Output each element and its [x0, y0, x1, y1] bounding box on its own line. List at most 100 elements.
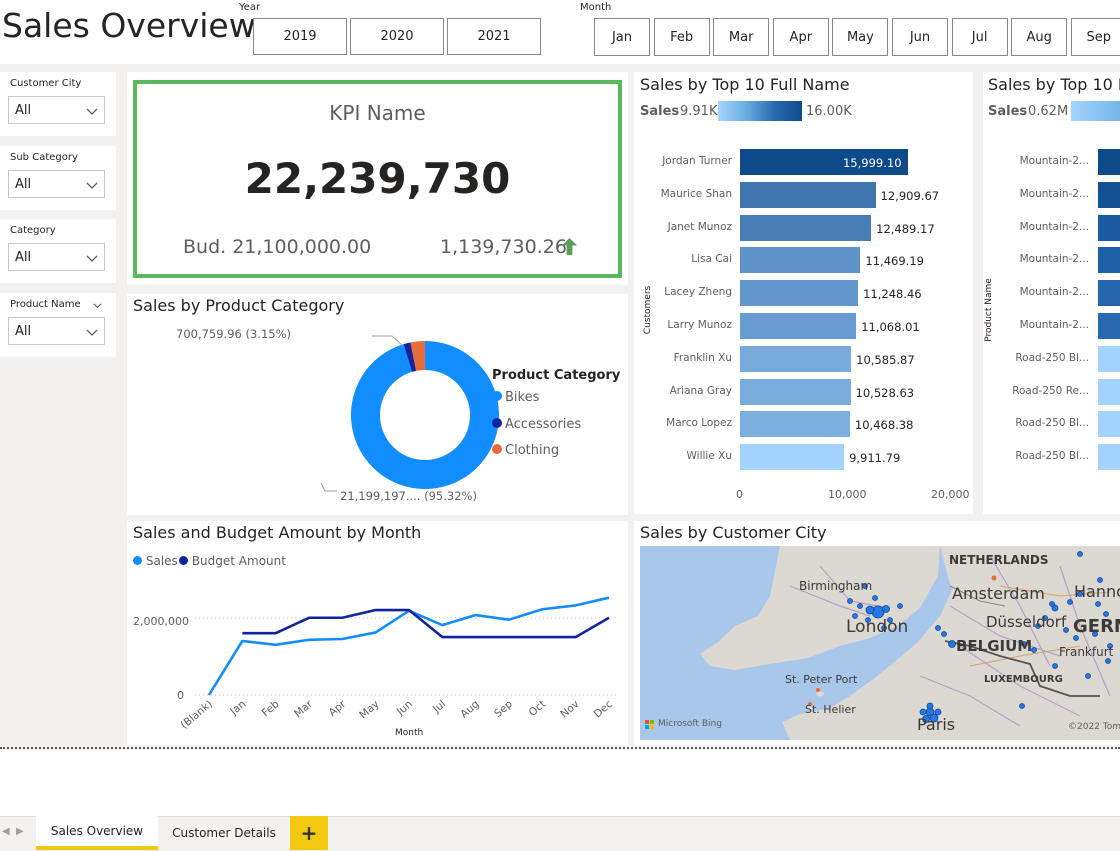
- bar[interactable]: [740, 345, 852, 372]
- product-category-panel: Sales by Product Category 700,759.96 (3.…: [127, 294, 628, 515]
- map-label-st-peter-port: St. Peter Port: [785, 673, 858, 686]
- category-value: All: [15, 250, 32, 265]
- product-bar-label: Mountain-2...: [1019, 319, 1089, 331]
- year-2020-button[interactable]: 2020: [350, 18, 444, 55]
- product-bar[interactable]: [1098, 411, 1120, 438]
- product-bar[interactable]: [1098, 444, 1120, 471]
- bar-value-label: 9,911.79: [849, 451, 901, 466]
- x-tick-label: Feb: [260, 698, 282, 719]
- top10-names-legend-min: 9.91K: [680, 104, 718, 119]
- bar-category-label: Willie Xu: [686, 450, 732, 463]
- top10-names-legend-max: 16.00K: [806, 104, 852, 119]
- add-page-button[interactable]: +: [290, 816, 328, 850]
- product-bar[interactable]: [1098, 181, 1120, 208]
- product-bar[interactable]: [1098, 313, 1120, 339]
- customer-city-map-title: Sales by Customer City: [640, 523, 827, 542]
- category-dropdown[interactable]: All: [8, 243, 105, 271]
- month-jun-button[interactable]: Jun: [892, 18, 948, 56]
- legend-item-accessories[interactable]: Accessories: [492, 417, 581, 432]
- customer-city-map-panel: Sales by Customer City NETHERLANDS Amste…: [634, 521, 1120, 745]
- bar-category-label: Lisa Cai: [691, 253, 732, 266]
- kpi-value: 22,239,730: [244, 154, 511, 203]
- bar[interactable]: [740, 181, 876, 208]
- product-bar-label: Mountain-2...: [1019, 187, 1089, 200]
- x-tick-label: Oct: [527, 698, 549, 719]
- line-chart[interactable]: (Blank) Jan Feb Mar Apr May Jun Jul Aug Sep Oct Nov…: [127, 521, 628, 745]
- product-name-slicer: Product Name All: [0, 293, 116, 357]
- bar-value-label: 12,489.17: [876, 221, 935, 236]
- x-tick-label: Nov: [558, 698, 581, 720]
- series-line-1[interactable]: [242, 608, 610, 639]
- product-bar-label: Road-250 Bl...: [1015, 450, 1089, 463]
- bar[interactable]: [740, 247, 861, 274]
- tab-sales-overview[interactable]: Sales Overview: [36, 816, 158, 850]
- bar[interactable]: [740, 378, 851, 405]
- bar[interactable]: [740, 313, 857, 339]
- product-bar-label: Road-250 Bl...: [1015, 417, 1089, 430]
- bar-category-label: Jordan Turner: [662, 155, 732, 167]
- x-tick-0: 0: [736, 488, 743, 501]
- product-bar[interactable]: [1098, 345, 1120, 372]
- bar[interactable]: [740, 411, 850, 438]
- month-jan-button[interactable]: Jan: [594, 18, 650, 56]
- customer-city-dropdown[interactable]: All: [8, 96, 105, 124]
- category-slicer: Category All: [0, 219, 116, 283]
- month-may-button[interactable]: May: [832, 18, 889, 56]
- x-axis-title: Month: [395, 728, 424, 738]
- chevron-down-icon: [86, 329, 98, 336]
- tab-scroll-left-icon[interactable]: ◀: [2, 826, 10, 837]
- sub-category-value: All: [15, 177, 32, 192]
- month-jul-button[interactable]: Jul: [951, 18, 1008, 56]
- bar-category-label: Marco Lopez: [666, 417, 732, 430]
- legend-item-bikes[interactable]: Bikes: [492, 390, 539, 405]
- month-aug-button[interactable]: Aug: [1011, 18, 1068, 56]
- bar-category-label: Janet Munoz: [667, 220, 732, 233]
- tab-scroll-right-icon[interactable]: ▶: [16, 826, 24, 837]
- bar[interactable]: [740, 214, 872, 241]
- map-canvas[interactable]: [640, 546, 1120, 740]
- series-line-0[interactable]: [207, 596, 610, 696]
- year-2019-button[interactable]: 2019: [253, 18, 347, 55]
- kpi-variance: 1,139,730.26: [440, 236, 567, 258]
- x-tick-label: (Blank): [179, 698, 215, 731]
- bar-value-label: 11,068.01: [861, 320, 920, 334]
- product-name-value: All: [15, 324, 32, 339]
- month-mar-button[interactable]: Mar: [713, 18, 770, 56]
- chevron-down-icon: [86, 108, 98, 115]
- sales-budget-panel: Sales and Budget Amount by Month Sales B…: [127, 521, 628, 745]
- customer-city-value: All: [15, 103, 32, 118]
- bar-value-label: 11,469.19: [865, 254, 924, 269]
- bar[interactable]: [740, 280, 859, 307]
- map-attribution: Microsoft Bing: [658, 719, 722, 729]
- month-feb-button[interactable]: Feb: [653, 18, 710, 56]
- month-apr-button[interactable]: Apr: [772, 18, 829, 56]
- customer-city-label: Customer City: [10, 78, 82, 89]
- bar-value-label: 11,248.46: [863, 287, 922, 302]
- kpi-budget: Bud. 21,100,000.00: [183, 236, 372, 258]
- x-tick-label: Mar: [292, 698, 315, 720]
- product-bar[interactable]: [1098, 149, 1120, 175]
- year-2021-button[interactable]: 2021: [447, 18, 541, 55]
- tab-customer-details[interactable]: Customer Details: [160, 816, 288, 850]
- chevron-down-icon: [86, 182, 98, 189]
- top10-names-gradient: [718, 101, 802, 121]
- bar[interactable]: [740, 444, 845, 471]
- legend-item-label: Bikes: [505, 390, 540, 405]
- map-label-luxembourg: LUXEMBOURG: [984, 674, 1063, 685]
- product-bar[interactable]: [1098, 247, 1120, 274]
- product-bar[interactable]: [1098, 378, 1120, 405]
- month-sep-button[interactable]: Sep: [1070, 18, 1120, 56]
- legend-item-clothing[interactable]: Clothing: [492, 443, 559, 458]
- chevron-down-icon[interactable]: [93, 301, 102, 310]
- donut-legend-title: Product Category: [492, 368, 621, 383]
- product-bar[interactable]: [1098, 280, 1120, 307]
- map-label-belgium: BELGIUM: [956, 637, 1033, 655]
- canvas-blank-area: [0, 750, 1120, 816]
- sub-category-dropdown[interactable]: All: [8, 170, 105, 198]
- product-bar[interactable]: [1098, 214, 1120, 241]
- donut-label-top: 700,759.96 (3.15%): [176, 327, 292, 341]
- map-label-paris: Paris: [917, 715, 956, 734]
- product-name-dropdown[interactable]: All: [8, 317, 105, 345]
- customer-city-slicer: Customer City All: [0, 72, 116, 136]
- year-slicer-label: Year: [239, 2, 261, 13]
